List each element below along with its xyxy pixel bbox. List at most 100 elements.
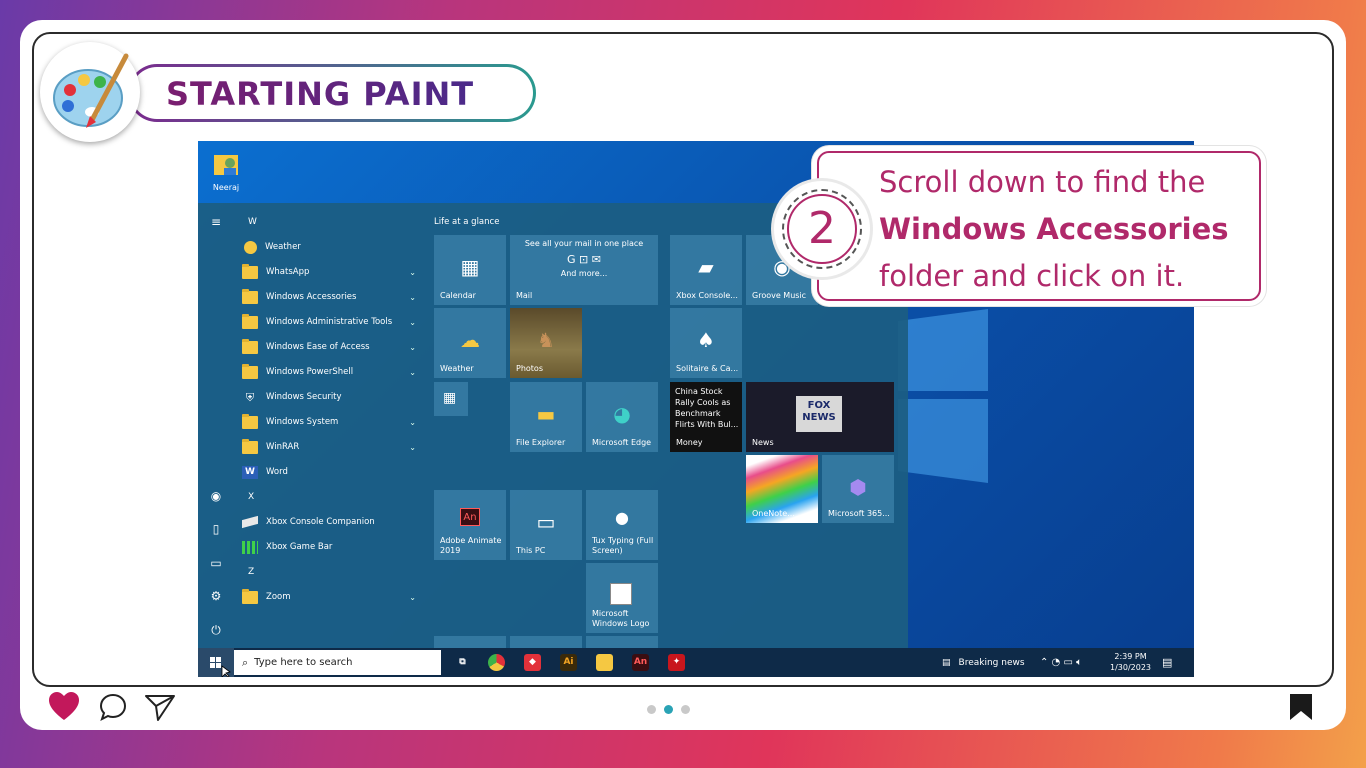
app-windows-system[interactable]: Windows System ⌄: [242, 412, 420, 432]
anydesk-icon[interactable]: ◆: [524, 654, 541, 671]
app-windows-powershell[interactable]: Windows PowerShell ⌄: [242, 362, 420, 382]
tile-onenote[interactable]: OneNote...: [746, 455, 818, 523]
fox-news-logo-icon: FOX NEWS: [796, 396, 842, 432]
app-label: Zoom: [266, 592, 291, 602]
desktop-user-folder[interactable]: Neeraj: [206, 149, 246, 192]
app-label: WinRAR: [266, 442, 300, 452]
app-label: WhatsApp: [266, 267, 310, 277]
file-explorer-icon: ▬: [536, 402, 556, 426]
app-whatsapp[interactable]: WhatsApp ⌄: [242, 262, 420, 282]
bookmark-icon[interactable]: [1288, 692, 1314, 722]
app-weather[interactable]: Weather: [242, 237, 420, 257]
share-send-icon[interactable]: [144, 692, 176, 722]
tile-this-pc[interactable]: ▭ This PC: [510, 490, 582, 560]
tile-tux-typing[interactable]: ● Tux Typing (Full Screen): [586, 490, 658, 560]
tile-label: Money: [676, 438, 703, 447]
illustrator-icon[interactable]: Ai: [560, 654, 577, 671]
app-zoom[interactable]: Zoom ⌄: [242, 587, 420, 607]
tile-label: Adobe Animate 2019: [440, 536, 502, 555]
tiles-section-title: Life at a glance: [434, 217, 500, 227]
tile-news[interactable]: FOX NEWS News: [746, 382, 894, 452]
tile-label: Photos: [516, 364, 543, 373]
file-explorer-taskbar-icon[interactable]: [596, 654, 613, 671]
carousel-dot[interactable]: [681, 705, 690, 714]
app-label: Xbox Game Bar: [266, 542, 333, 552]
app-xbox-game-bar[interactable]: Xbox Game Bar: [242, 537, 420, 557]
tile-photos[interactable]: ♞ Photos: [510, 308, 582, 378]
instruction-line-3: folder and click on it.: [879, 259, 1185, 293]
start-button[interactable]: [198, 648, 234, 677]
app-windows-ease-of-access[interactable]: Windows Ease of Access ⌄: [242, 337, 420, 357]
xbox-console-icon: [242, 515, 258, 529]
app-xbox-console-companion[interactable]: Xbox Console Companion: [242, 512, 420, 532]
instruction-line-2: Windows Accessories: [879, 212, 1229, 246]
comment-icon[interactable]: [98, 692, 128, 722]
letter-header-z[interactable]: Z: [248, 567, 254, 577]
tile-partial[interactable]: [434, 636, 506, 648]
tile-label: OneNote...: [752, 509, 795, 518]
tile-microsoft-edge[interactable]: ◕ Microsoft Edge: [586, 382, 658, 452]
search-input[interactable]: Type here to search: [254, 657, 352, 668]
app-winrar[interactable]: WinRAR ⌄: [242, 437, 420, 457]
step-badge: 2: [774, 181, 870, 277]
letter-header-x[interactable]: X: [248, 492, 254, 502]
carousel-dots: [647, 705, 690, 714]
taskbar-search[interactable]: ⌕ Type here to search: [234, 650, 441, 675]
windows-logo-icon: [898, 309, 988, 483]
tile-money[interactable]: China Stock Rally Cools as Benchmark Fli…: [670, 382, 742, 452]
heart-icon[interactable]: [48, 692, 80, 722]
folder-icon: [242, 363, 258, 379]
weather-icon: [244, 240, 257, 254]
app-windows-administrative-tools[interactable]: Windows Administrative Tools ⌄: [242, 312, 420, 332]
app-label: Windows PowerShell: [266, 367, 354, 377]
tile-calendar[interactable]: ▦ Calendar: [434, 235, 506, 305]
folder-icon: [242, 338, 258, 354]
chrome-icon[interactable]: [488, 654, 505, 671]
tile-adobe-animate[interactable]: An Adobe Animate 2019: [434, 490, 506, 560]
task-view-icon[interactable]: ⧉: [454, 654, 471, 671]
app-label: Word: [266, 467, 288, 477]
tile-partial[interactable]: [586, 636, 658, 648]
chevron-down-icon: ⌄: [409, 342, 416, 352]
documents-icon[interactable]: ▯: [208, 522, 224, 538]
tile-label: Microsoft Edge: [592, 438, 652, 447]
app-list: W Weather WhatsApp ⌄ Windows Accessories…: [242, 203, 422, 648]
user-account-icon[interactable]: ◉: [208, 489, 224, 505]
hamburger-menu-icon[interactable]: ≡: [208, 215, 224, 231]
chevron-down-icon: ⌄: [409, 442, 416, 452]
tile-label: Microsoft Windows Logo: [592, 609, 650, 628]
tile-file-explorer[interactable]: ▬ File Explorer: [510, 382, 582, 452]
app-label: Windows Ease of Access: [266, 342, 370, 352]
tile-weather[interactable]: ☁ Weather: [434, 308, 506, 378]
settings-gear-icon[interactable]: ⚙: [208, 589, 224, 605]
tile-microsoft-windows-logo[interactable]: Microsoft Windows Logo: [586, 563, 658, 633]
pictures-icon[interactable]: ▭: [208, 556, 224, 572]
chevron-down-icon: ⌄: [409, 317, 416, 327]
tile-solitaire[interactable]: ♠ Solitaire & Ca...: [670, 308, 742, 378]
instruction-line-1: Scroll down to find the: [879, 165, 1206, 199]
tile-label: Mail: [516, 291, 533, 300]
system-tray-icons[interactable]: ⌃ ◔ ▭ 🔈︎: [1040, 648, 1082, 677]
animate-taskbar-icon[interactable]: An: [632, 654, 649, 671]
app-word[interactable]: W Word: [242, 462, 420, 482]
tile-label: Tux Typing (Full Screen): [592, 536, 654, 555]
carousel-dot-active[interactable]: [664, 705, 673, 714]
tile-xbox-console[interactable]: ▰ Xbox Console...: [670, 235, 742, 305]
clock[interactable]: 2:39 PM 1/30/2023: [1110, 651, 1151, 673]
acrobat-icon[interactable]: ✦: [668, 654, 685, 671]
notification-icon[interactable]: ▤: [1162, 648, 1172, 677]
tile-microsoft-365[interactable]: ⬢ Microsoft 365...: [822, 455, 894, 523]
news-widget[interactable]: ▤ Breaking news: [942, 648, 1025, 677]
app-windows-security[interactable]: ⛨ Windows Security: [242, 387, 420, 407]
letter-header-w[interactable]: W: [248, 217, 257, 227]
power-icon[interactable]: ⏻: [208, 623, 224, 639]
search-icon: ⌕: [242, 655, 249, 669]
app-label: Windows Security: [266, 392, 342, 402]
tile-partial[interactable]: [510, 636, 582, 648]
tile-store[interactable]: ▦: [434, 382, 468, 416]
tile-mail[interactable]: See all your mail in one place G ⊡ ✉ And…: [510, 235, 658, 305]
app-windows-accessories[interactable]: Windows Accessories ⌄: [242, 287, 420, 307]
carousel-dot[interactable]: [647, 705, 656, 714]
instruction-callout: Scroll down to find the Windows Accessor…: [817, 151, 1261, 301]
calendar-icon: ▦: [460, 255, 480, 279]
